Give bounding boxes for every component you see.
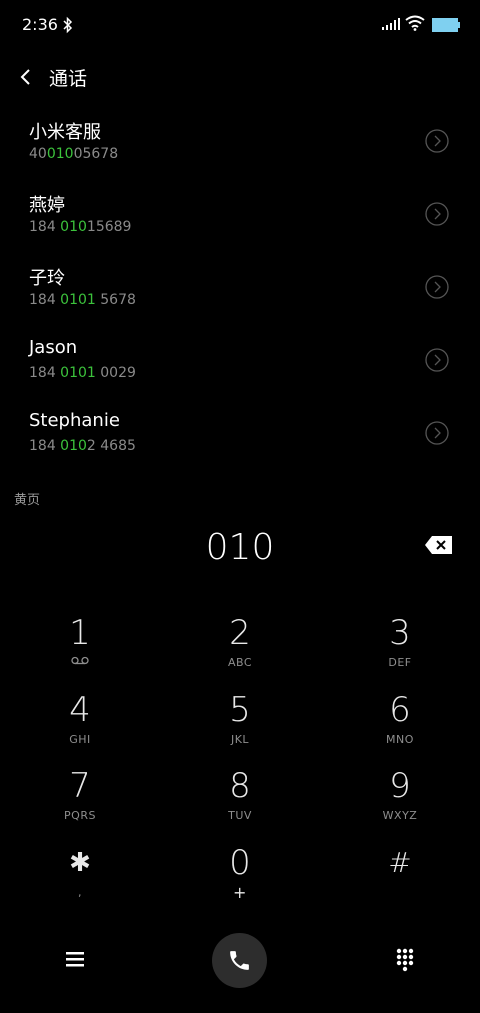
chevron-circle-icon[interactable]: [425, 348, 449, 372]
contact-list: 小米客服 4001005678 燕婷 184 01015689 子玲 184 0…: [0, 110, 480, 475]
status-bar: 2:36: [0, 0, 480, 52]
hamburger-menu-icon[interactable]: [60, 946, 90, 972]
contact-name: 燕婷: [29, 195, 65, 216]
chevron-circle-icon[interactable]: [425, 129, 449, 153]
chevron-circle-icon[interactable]: [425, 421, 449, 445]
backspace-icon[interactable]: [424, 535, 454, 555]
contact-number: 184 01015689: [29, 219, 132, 235]
contact-number: 184 0101 5678: [29, 292, 136, 308]
contact-name: 小米客服: [29, 122, 101, 143]
wifi-icon: [405, 15, 425, 31]
key-3[interactable]: 3 DEF: [340, 610, 460, 682]
chevron-circle-icon[interactable]: [425, 275, 449, 299]
contact-number: 4001005678: [29, 146, 119, 162]
contact-name: 子玲: [29, 268, 65, 289]
contact-name: Jason: [29, 337, 78, 358]
keypad-grid-icon[interactable]: [392, 946, 418, 974]
phone-icon: [230, 951, 249, 970]
key-8[interactable]: 8 TUV: [180, 763, 300, 835]
header: 通话: [0, 52, 480, 102]
key-7[interactable]: 7 PQRS: [20, 763, 140, 835]
page-title: 通话: [49, 68, 88, 90]
back-arrow-icon[interactable]: [18, 67, 34, 87]
bluetooth-icon: [63, 16, 73, 34]
bottom-action-bar: [0, 930, 480, 990]
key-1[interactable]: 1: [20, 610, 140, 682]
key-2[interactable]: 2 ABC: [180, 610, 300, 682]
key-0[interactable]: 0 +: [180, 840, 300, 912]
key-4[interactable]: 4 GHI: [20, 687, 140, 759]
contact-name: Stephanie: [29, 410, 120, 431]
yellow-pages-link[interactable]: 黄页: [14, 489, 40, 508]
battery-icon: [432, 18, 460, 32]
contact-row[interactable]: 子玲 184 0101 5678: [0, 256, 480, 329]
status-time: 2:36: [22, 15, 58, 34]
contact-row[interactable]: 小米客服 4001005678: [0, 110, 480, 183]
dial-input-display: 010: [205, 527, 275, 568]
contact-row[interactable]: Stephanie 184 0102 4685: [0, 402, 480, 475]
contact-number: 184 0101 0029: [29, 365, 136, 381]
key-star[interactable]: ✱ ,: [20, 840, 140, 912]
signal-icon: [382, 18, 400, 30]
key-hash[interactable]: #: [340, 840, 460, 912]
key-6[interactable]: 6 MNO: [340, 687, 460, 759]
contact-number: 184 0102 4685: [29, 438, 136, 454]
chevron-circle-icon[interactable]: [425, 202, 449, 226]
key-5[interactable]: 5 JKL: [180, 687, 300, 759]
voicemail-icon: [71, 656, 89, 665]
contact-row[interactable]: Jason 184 0101 0029: [0, 329, 480, 402]
key-9[interactable]: 9 WXYZ: [340, 763, 460, 835]
contact-row[interactable]: 燕婷 184 01015689: [0, 183, 480, 256]
call-button[interactable]: [212, 933, 267, 988]
